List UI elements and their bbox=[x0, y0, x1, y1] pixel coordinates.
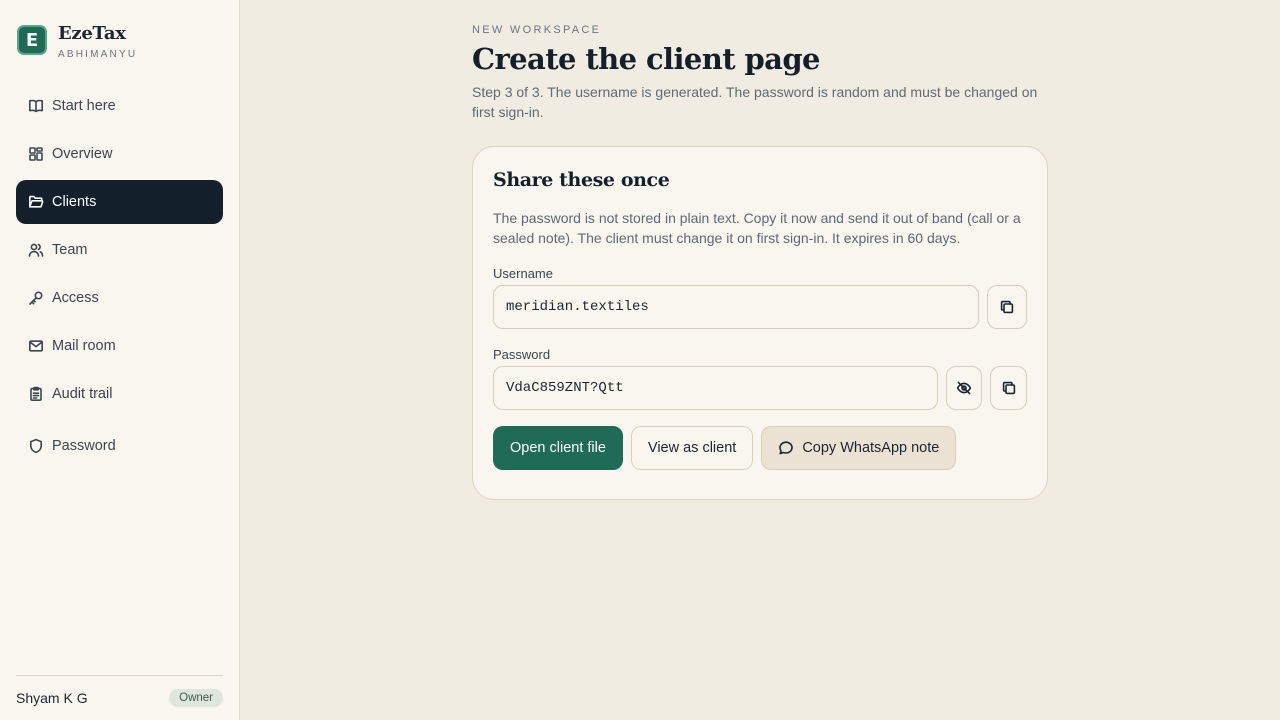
logo-icon: E bbox=[17, 25, 47, 55]
user-name: Shyam K G bbox=[16, 690, 88, 706]
chat-icon bbox=[778, 440, 794, 456]
page-title: Create the client page bbox=[472, 42, 820, 76]
sidebar-item-label: Audit trail bbox=[52, 386, 113, 402]
dashboard-icon bbox=[28, 146, 44, 162]
sidebar-item-mail-room[interactable]: Mail room bbox=[16, 324, 223, 368]
sidebar-item-label: Team bbox=[52, 242, 88, 258]
copy-icon bbox=[1001, 380, 1017, 396]
sidebar-item-password[interactable]: Password bbox=[16, 424, 223, 468]
sidebar-item-team[interactable]: Team bbox=[16, 228, 223, 272]
folder-icon bbox=[28, 194, 44, 210]
key-icon bbox=[28, 290, 44, 306]
users-icon bbox=[28, 242, 44, 258]
password-field[interactable]: VdaC859ZNT?Qtt bbox=[493, 366, 938, 410]
sidebar-item-label: Overview bbox=[52, 146, 113, 162]
workspace-name: ABHIMANYU bbox=[58, 49, 138, 60]
page-description: Step 3 of 3. The username is generated. … bbox=[472, 84, 1038, 120]
sidebar-item-label: Password bbox=[52, 438, 116, 454]
sidebar-item-overview[interactable]: Overview bbox=[16, 132, 223, 176]
sidebar-item-audit-trail[interactable]: Audit trail bbox=[16, 372, 223, 416]
copy-username-button[interactable] bbox=[987, 285, 1027, 329]
password-label: Password bbox=[493, 347, 551, 362]
brand[interactable]: E EzeTax ABHIMANYU bbox=[17, 25, 137, 60]
copy-whatsapp-label: Copy WhatsApp note bbox=[802, 440, 940, 456]
username-field[interactable]: meridian.textiles bbox=[493, 285, 979, 329]
main-content: NEW WORKSPACE Create the client page Ste… bbox=[472, 24, 1048, 500]
sidebar-item-start-here[interactable]: Start here bbox=[16, 84, 223, 128]
copy-whatsapp-note-button[interactable]: Copy WhatsApp note bbox=[761, 426, 957, 470]
username-label: Username bbox=[493, 266, 553, 281]
sidebar-item-label: Mail room bbox=[52, 338, 116, 354]
card-description: The password is not stored in plain text… bbox=[493, 210, 1021, 246]
clipboard-icon bbox=[28, 386, 44, 402]
sidebar-item-label: Access bbox=[52, 290, 99, 306]
sidebar-item-access[interactable]: Access bbox=[16, 276, 223, 320]
copy-password-button[interactable] bbox=[990, 366, 1027, 410]
view-as-client-button[interactable]: View as client bbox=[630, 426, 754, 470]
toggle-password-visibility-button[interactable] bbox=[946, 366, 982, 410]
brand-name: EzeTax bbox=[58, 23, 126, 44]
open-client-file-button[interactable]: Open client file bbox=[493, 426, 623, 470]
role-badge: Owner bbox=[169, 689, 223, 707]
user-footer[interactable]: Shyam K G Owner bbox=[16, 675, 223, 720]
book-icon bbox=[28, 98, 44, 114]
sidebar-item-label: Start here bbox=[52, 98, 116, 114]
eyebrow: NEW WORKSPACE bbox=[472, 24, 602, 36]
sidebar-item-label: Clients bbox=[52, 194, 97, 210]
shield-icon bbox=[28, 438, 44, 454]
card-title: Share these once bbox=[493, 169, 670, 191]
card-actions: Open client file View as client Copy Wha… bbox=[493, 426, 1027, 470]
copy-icon bbox=[999, 299, 1015, 315]
credentials-card: Share these once The password is not sto… bbox=[472, 146, 1048, 500]
mail-icon bbox=[28, 338, 44, 354]
sidebar: E EzeTax ABHIMANYU Start here Overview C… bbox=[0, 0, 240, 720]
eye-off-icon bbox=[956, 380, 972, 396]
sidebar-nav: Start here Overview Clients Team Access bbox=[16, 84, 223, 472]
sidebar-item-clients[interactable]: Clients bbox=[16, 180, 223, 224]
